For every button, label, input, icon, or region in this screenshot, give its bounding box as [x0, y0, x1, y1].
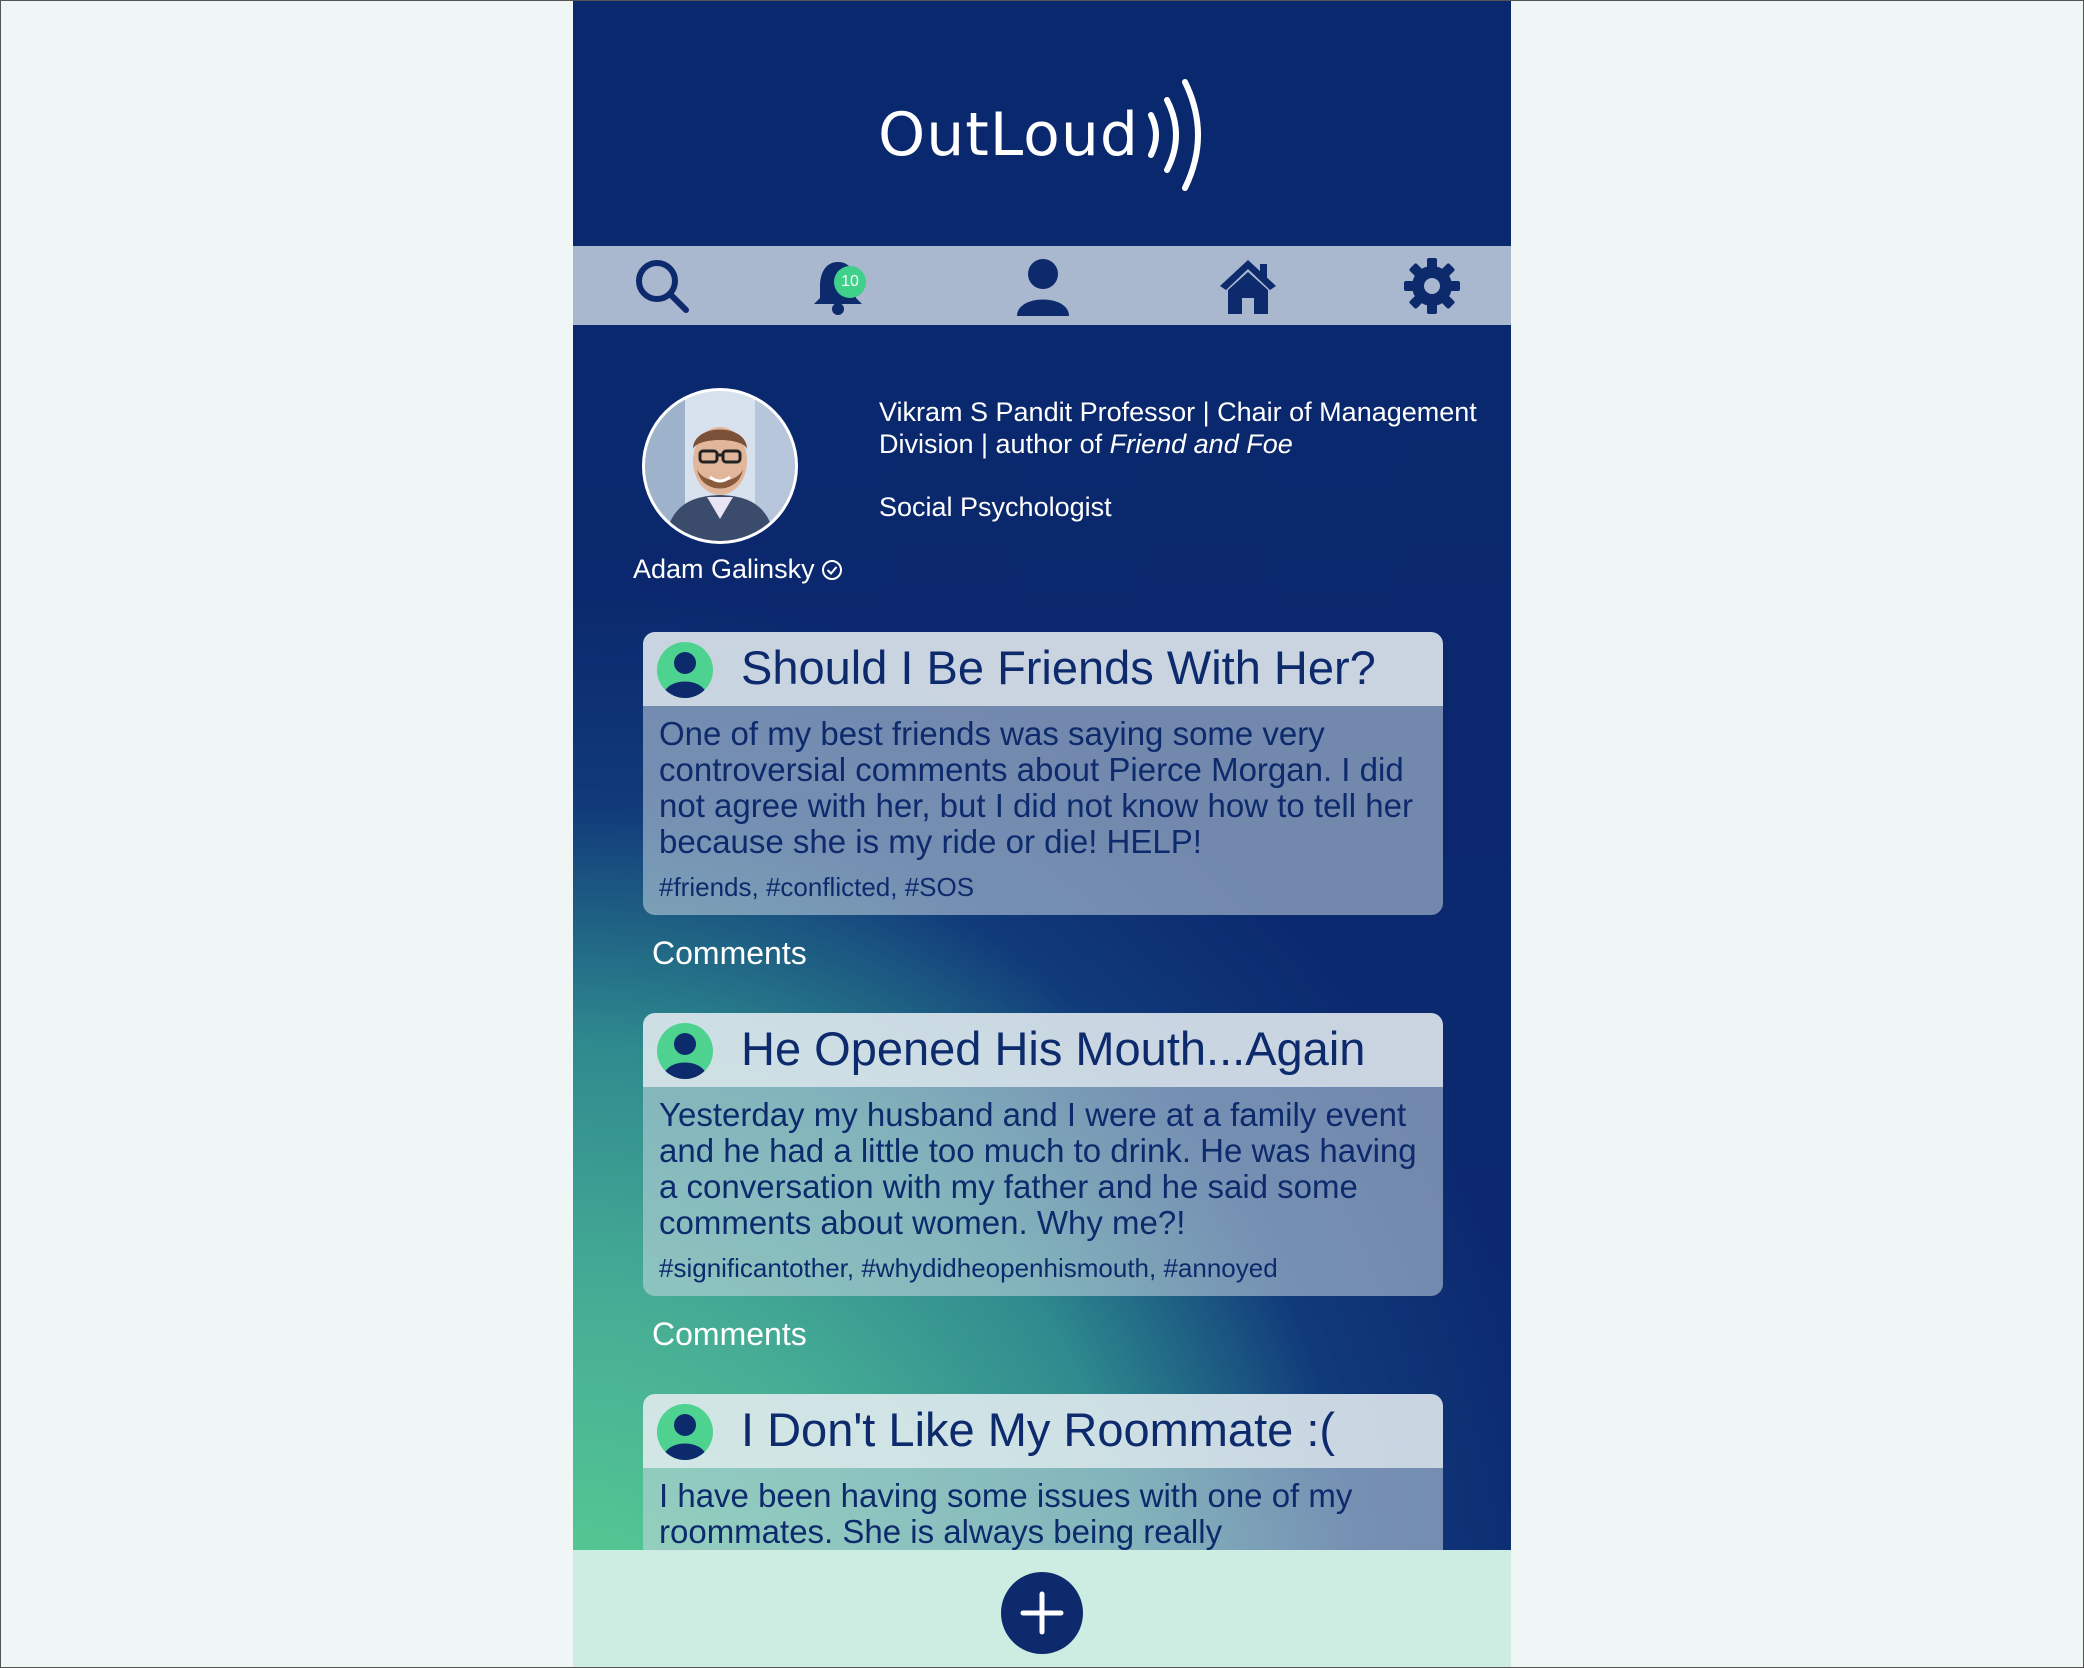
- profile-bio-book: Friend and Foe: [1109, 429, 1293, 459]
- post-title: Should I Be Friends With Her?: [741, 641, 1376, 694]
- sound-waves-icon: [1147, 79, 1201, 191]
- post-header: He Opened His Mouth...Again: [643, 1013, 1443, 1087]
- notification-count-badge: 10: [834, 266, 866, 298]
- post-card[interactable]: Should I Be Friends With Her? One of my …: [643, 632, 1443, 915]
- post-text: Yesterday my husband and I were at a fam…: [659, 1096, 1417, 1241]
- comments-link[interactable]: Comments: [652, 935, 807, 972]
- post-author-avatar: [657, 1023, 713, 1079]
- nav-search-button[interactable]: [632, 256, 692, 316]
- nav-profile-button[interactable]: [1013, 256, 1073, 316]
- app-screen: OutLoud 10 Adam Galinsky Vikram S Pandit…: [573, 0, 1511, 1668]
- bottom-bar: [573, 1550, 1511, 1668]
- post-author-avatar: [657, 642, 713, 698]
- app-logo: OutLoud: [878, 70, 1213, 200]
- verified-check-icon: [821, 559, 842, 580]
- post-text: I have been having some issues with one …: [659, 1477, 1353, 1550]
- post-author-avatar: [657, 1404, 713, 1460]
- profile-photo-image: [645, 391, 795, 541]
- user-icon: [1017, 259, 1069, 316]
- app-header: OutLoud: [573, 0, 1511, 246]
- nav-home-button[interactable]: [1218, 256, 1278, 316]
- profile-role: Social Psychologist: [879, 492, 1112, 522]
- profile-bio: Vikram S Pandit Professor | Chair of Man…: [879, 396, 1479, 460]
- post-card[interactable]: I Don't Like My Roommate :( I have been …: [643, 1394, 1443, 1562]
- user-icon: [663, 1414, 707, 1460]
- post-card[interactable]: He Opened His Mouth...Again Yesterday my…: [643, 1013, 1443, 1296]
- comments-link[interactable]: Comments: [652, 1316, 807, 1353]
- plus-icon: [1020, 1591, 1064, 1635]
- home-icon: [1220, 260, 1276, 314]
- user-icon: [663, 1033, 707, 1079]
- post-tags: #significantother, #whydidheopenhismouth…: [659, 1253, 1278, 1283]
- user-icon: [663, 652, 707, 698]
- search-icon: [636, 260, 689, 313]
- nav-bar: 10: [573, 246, 1511, 325]
- profile-avatar[interactable]: [642, 388, 798, 544]
- post-header: Should I Be Friends With Her?: [643, 632, 1443, 706]
- post-header: I Don't Like My Roommate :(: [643, 1394, 1443, 1468]
- post-title: I Don't Like My Roommate :(: [741, 1403, 1336, 1456]
- nav-settings-button[interactable]: [1402, 256, 1462, 316]
- post-body: One of my best friends was saying some v…: [643, 706, 1443, 915]
- profile-name[interactable]: Adam Galinsky: [633, 554, 843, 585]
- post-title: He Opened His Mouth...Again: [741, 1022, 1366, 1075]
- add-post-button[interactable]: [1001, 1572, 1083, 1654]
- nav-notifications-button[interactable]: 10: [808, 256, 868, 316]
- post-tags: #friends, #conflicted, #SOS: [659, 872, 975, 902]
- profile-name-text: Adam Galinsky: [633, 554, 815, 584]
- post-text: One of my best friends was saying some v…: [659, 715, 1413, 860]
- logo-text: OutLoud: [878, 100, 1139, 170]
- post-body: Yesterday my husband and I were at a fam…: [643, 1087, 1443, 1296]
- post-body: I have been having some issues with one …: [643, 1468, 1443, 1562]
- gear-icon: [1404, 258, 1460, 314]
